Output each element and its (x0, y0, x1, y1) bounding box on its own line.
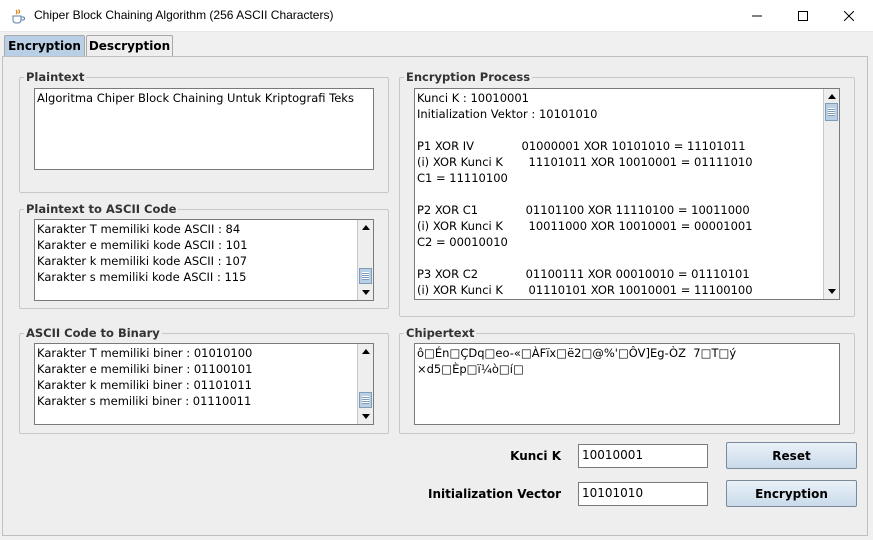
tab-strip: Encryption Descryption (0, 32, 873, 56)
list-item: Karakter s memiliki biner : 01110011 (37, 394, 252, 408)
list-item (417, 186, 837, 202)
chipertext-panel: Chipertext ô□Én□ÇDq□eo-«□ÀFïx□ë2□@%'□ÔV]… (399, 326, 855, 434)
scroll-up-icon[interactable] (824, 89, 839, 104)
plaintext-textarea[interactable]: Algoritma Chiper Block Chaining Untuk Kr… (34, 88, 374, 170)
list-item: C2 = 00010010 (417, 235, 508, 249)
binary-scrollbar[interactable] (357, 344, 373, 424)
scroll-thumb[interactable] (359, 392, 372, 408)
chipertext-line: ×d5□Èp□ï¼ò□í□ (417, 362, 524, 376)
scroll-down-icon[interactable] (824, 284, 839, 299)
ascii-code-textarea[interactable]: Karakter T memiliki kode ASCII : 84 Kara… (34, 219, 374, 301)
encryption-process-panel-title: Encryption Process (404, 70, 533, 84)
maximize-button[interactable] (780, 0, 826, 32)
scroll-up-icon[interactable] (358, 344, 373, 359)
list-item: Karakter e memiliki biner : 01100101 (37, 362, 253, 376)
tab-content-encryption: Plaintext Algoritma Chiper Block Chainin… (2, 56, 868, 536)
iv-label: Initialization Vector (428, 487, 561, 501)
list-item: Karakter T memiliki biner : 01010100 (37, 346, 253, 360)
encryption-button[interactable]: Encryption (726, 480, 857, 507)
key-label: Kunci K (510, 449, 561, 463)
plaintext-panel-title: Plaintext (24, 70, 87, 84)
list-item: C1 = 11110100 (417, 171, 508, 185)
list-item: P1 XOR IV 01000001 XOR 10101010 = 111010… (417, 139, 746, 153)
list-item: Karakter e memiliki kode ASCII : 101 (37, 238, 248, 252)
tab-encryption[interactable]: Encryption (4, 35, 85, 56)
minimize-icon (752, 15, 762, 17)
list-item: P3 XOR C2 01100111 XOR 00010010 = 011101… (417, 267, 750, 281)
reset-button[interactable]: Reset (726, 442, 857, 469)
minimize-button[interactable] (734, 0, 780, 32)
list-item: (i) XOR Kunci K 10011000 XOR 10010001 = … (417, 219, 753, 233)
tab-descryption[interactable]: Descryption (86, 35, 173, 56)
window-title: Chiper Block Chaining Algorithm (256 ASC… (34, 8, 334, 22)
list-item: (i) XOR Kunci K 01110101 XOR 10010001 = … (417, 283, 753, 297)
list-item: Karakter k memiliki biner : 01101011 (37, 378, 252, 392)
plaintext-panel: Plaintext Algoritma Chiper Block Chainin… (19, 70, 389, 193)
list-item: P2 XOR C1 01101100 XOR 11110100 = 100110… (417, 203, 750, 217)
close-icon (844, 11, 854, 21)
maximize-icon (798, 11, 808, 21)
encryption-process-textarea[interactable]: Kunci K : 10010001 Initialization Vektor… (414, 88, 840, 300)
chipertext-textarea[interactable]: ô□Én□ÇDq□eo-«□ÀFïx□ë2□@%'□ÔV]Eg-ÒZ 7□T□ý… (414, 343, 840, 425)
list-item: Karakter k memiliki kode ASCII : 107 (37, 254, 248, 268)
list-item: Karakter T memiliki kode ASCII : 84 (37, 222, 241, 236)
encryption-process-scrollbar[interactable] (823, 89, 839, 299)
scroll-up-icon[interactable] (358, 220, 373, 235)
list-item: Initialization Vektor : 10101010 (417, 107, 598, 121)
chipertext-line: ô□Én□ÇDq□eo-«□ÀFïx□ë2□@%'□ÔV]Eg-ÒZ 7□T□ý (417, 346, 737, 360)
binary-textarea[interactable]: Karakter T memiliki biner : 01010100 Kar… (34, 343, 374, 425)
title-bar: Chiper Block Chaining Algorithm (256 ASC… (0, 0, 873, 32)
scroll-thumb[interactable] (825, 103, 838, 121)
key-input[interactable]: 10010001 (578, 444, 708, 468)
plaintext-value: Algoritma Chiper Block Chaining Untuk Kr… (37, 91, 354, 105)
encryption-process-panel: Encryption Process Kunci K : 10010001 In… (399, 70, 855, 317)
list-item: Karakter s memiliki kode ASCII : 115 (37, 270, 247, 284)
chipertext-panel-title: Chipertext (404, 326, 477, 340)
scroll-down-icon[interactable] (358, 409, 373, 424)
java-cup-icon (10, 8, 26, 24)
binary-panel-title: ASCII Code to Binary (24, 326, 162, 340)
close-button[interactable] (826, 0, 872, 32)
ascii-code-scrollbar[interactable] (357, 220, 373, 300)
list-item: (i) XOR Kunci K 11101011 XOR 10010001 = … (417, 155, 753, 169)
list-item: Kunci K : 10010001 (417, 91, 529, 105)
ascii-code-panel-title: Plaintext to ASCII Code (24, 202, 179, 216)
list-item (417, 250, 837, 266)
scroll-down-icon[interactable] (358, 285, 373, 300)
binary-panel: ASCII Code to Binary Karakter T memiliki… (19, 326, 389, 434)
ascii-code-panel: Plaintext to ASCII Code Karakter T memil… (19, 202, 389, 309)
scroll-thumb[interactable] (359, 268, 372, 284)
list-item (417, 122, 837, 138)
iv-input[interactable]: 10101010 (578, 482, 708, 506)
